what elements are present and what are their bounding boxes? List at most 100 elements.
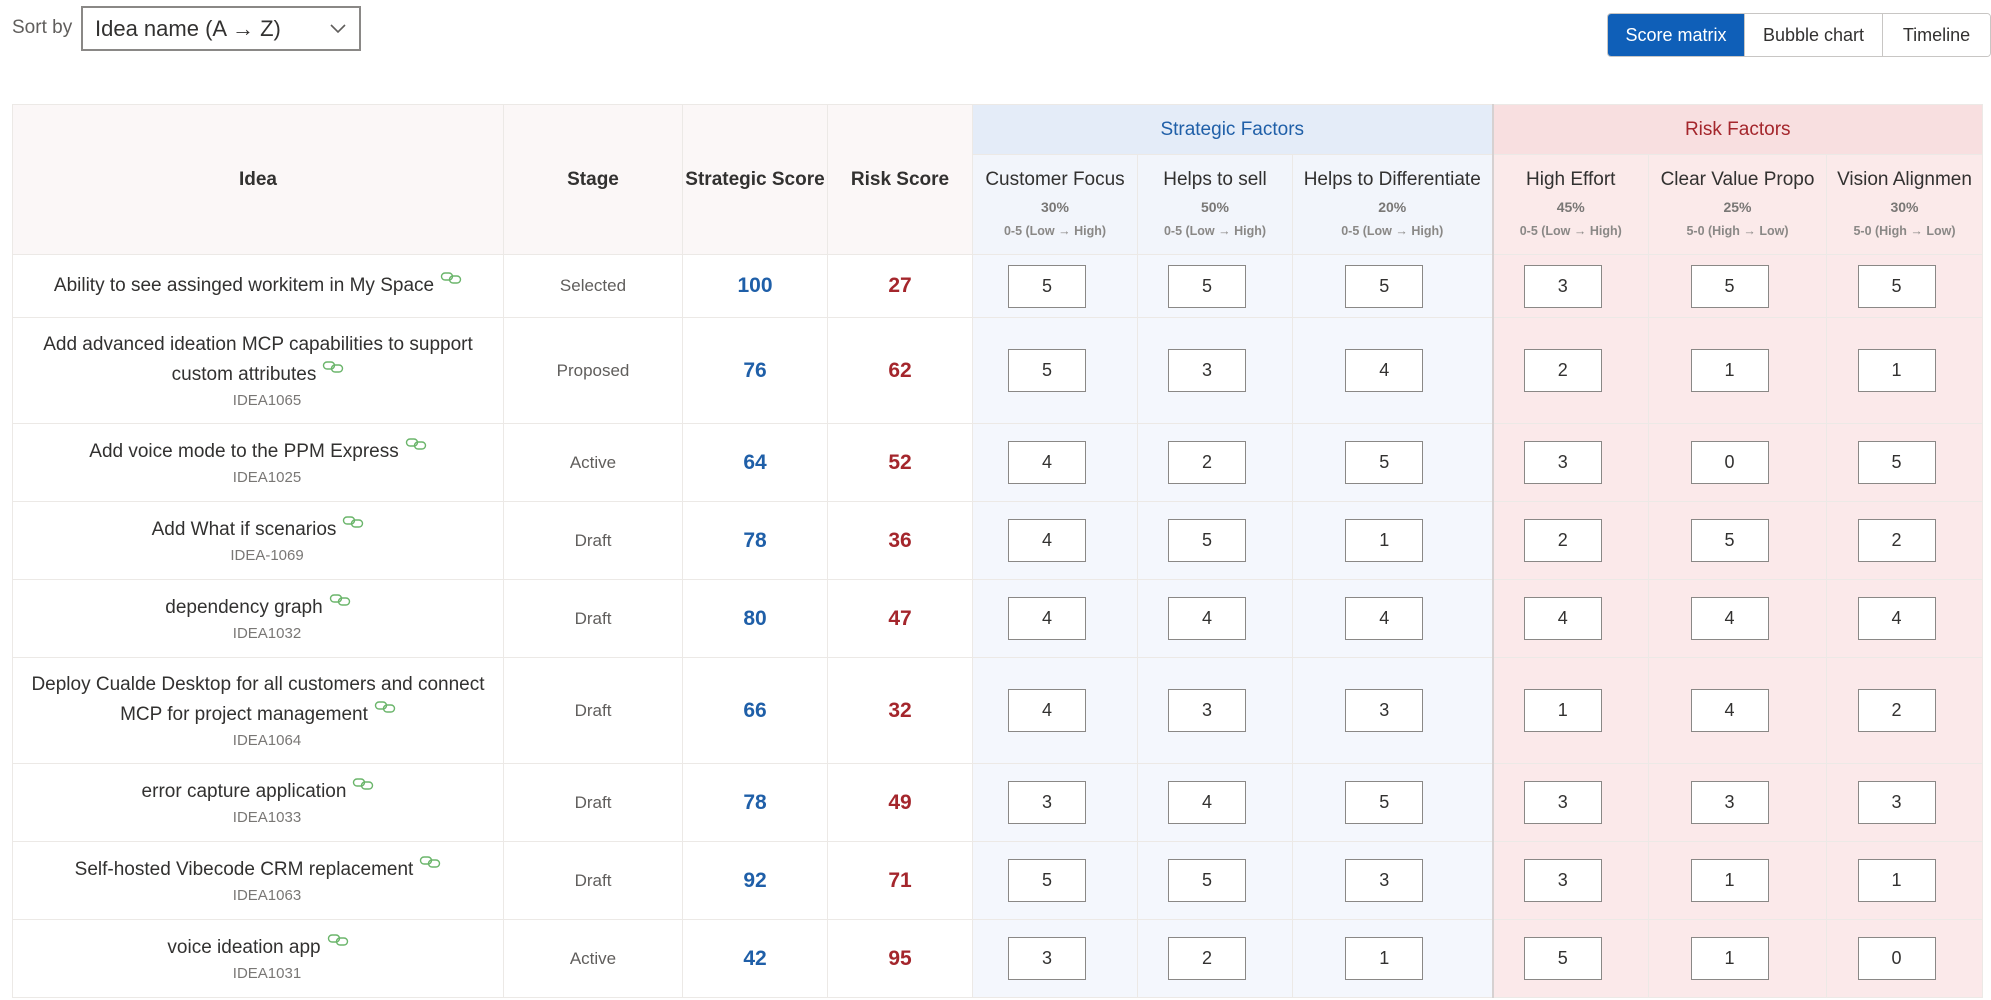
score-input-customer-focus[interactable]: 5	[1008, 264, 1086, 308]
score-input-helps-to-differentiate[interactable]: 4	[1345, 597, 1424, 640]
score-input-clear-value-propo[interactable]: 1	[1690, 937, 1769, 980]
score-input-helps-to-sell[interactable]: 3	[1168, 689, 1246, 732]
idea-cell[interactable]: Add voice mode to the PPM Express IDEA102…	[12, 423, 504, 502]
idea-name[interactable]: MCP for project management	[120, 704, 368, 725]
score-input-helps-to-differentiate[interactable]: 3	[1345, 689, 1424, 732]
score-input-clear-value-propo[interactable]: 4	[1690, 689, 1769, 732]
factor-header-clear-value-propo[interactable]: Clear Value Propo 25% 5-0 (High → Low)	[1648, 154, 1827, 255]
score-input-high-effort[interactable]: 2	[1523, 519, 1602, 562]
score-input-customer-focus[interactable]: 4	[1008, 441, 1086, 484]
link-icon[interactable]	[405, 437, 427, 451]
link-icon[interactable]	[374, 700, 396, 714]
score-input-vision-alignmen[interactable]: 2	[1857, 519, 1936, 562]
idea-name[interactable]: Deploy Cualde Desktop for all customers …	[31, 674, 484, 695]
score-input-clear-value-propo[interactable]: 4	[1690, 597, 1769, 640]
idea-name[interactable]: dependency graph	[165, 597, 322, 618]
score-input-customer-focus[interactable]: 5	[1008, 349, 1086, 392]
score-input-vision-alignmen[interactable]: 1	[1857, 349, 1936, 392]
score-input-clear-value-propo[interactable]: 5	[1690, 519, 1769, 562]
score-input-vision-alignmen[interactable]: 5	[1857, 441, 1936, 484]
column-header-strategic-score[interactable]: Strategic Score	[682, 104, 828, 255]
score-matrix-button[interactable]: Score matrix	[1608, 14, 1744, 56]
idea-name[interactable]: Ability to see assinged workitem in My S…	[54, 275, 434, 296]
idea-name[interactable]: voice ideation app	[167, 937, 320, 958]
score-input-customer-focus[interactable]: 3	[1008, 937, 1086, 980]
factor-score-cell: 3	[972, 919, 1138, 998]
column-header-stage[interactable]: Stage	[503, 104, 683, 255]
bubble-chart-button[interactable]: Bubble chart	[1744, 14, 1882, 56]
score-input-customer-focus[interactable]: 4	[1008, 689, 1086, 732]
factor-header-high-effort[interactable]: High Effort 45% 0-5 (Low → High)	[1491, 154, 1649, 255]
score-input-customer-focus[interactable]: 4	[1008, 519, 1086, 562]
score-input-helps-to-sell[interactable]: 4	[1168, 781, 1246, 824]
score-input-high-effort[interactable]: 3	[1523, 859, 1602, 902]
score-input-helps-to-differentiate[interactable]: 1	[1345, 519, 1424, 562]
score-input-high-effort[interactable]: 3	[1523, 441, 1602, 484]
idea-name[interactable]: Self-hosted Vibecode CRM replacement	[75, 859, 414, 880]
factor-header-helps-to-differentiate[interactable]: Helps to Differentiate 20% 0-5 (Low → High…	[1292, 154, 1493, 255]
score-input-helps-to-sell[interactable]: 5	[1168, 264, 1246, 308]
score-input-clear-value-propo[interactable]: 5	[1690, 264, 1769, 308]
idea-cell[interactable]: Ability to see assinged workitem in My S…	[12, 254, 504, 318]
score-input-helps-to-sell[interactable]: 5	[1168, 519, 1246, 562]
score-input-customer-focus[interactable]: 3	[1008, 781, 1086, 824]
score-input-clear-value-propo[interactable]: 0	[1690, 441, 1769, 484]
score-input-high-effort[interactable]: 4	[1523, 597, 1602, 640]
link-icon[interactable]	[342, 515, 364, 529]
score-input-high-effort[interactable]: 3	[1523, 781, 1602, 824]
score-input-helps-to-sell[interactable]: 2	[1168, 441, 1246, 484]
score-input-helps-to-differentiate[interactable]: 5	[1345, 441, 1424, 484]
score-input-vision-alignmen[interactable]: 5	[1857, 264, 1936, 308]
score-input-vision-alignmen[interactable]: 2	[1857, 689, 1936, 732]
score-input-vision-alignmen[interactable]: 1	[1857, 859, 1936, 902]
score-input-customer-focus[interactable]: 5	[1008, 859, 1086, 902]
score-input-clear-value-propo[interactable]: 3	[1690, 781, 1769, 824]
score-input-vision-alignmen[interactable]: 4	[1857, 597, 1936, 640]
score-input-helps-to-differentiate[interactable]: 5	[1345, 781, 1424, 824]
factor-header-helps-to-sell[interactable]: Helps to sell 50% 0-5 (Low → High)	[1137, 154, 1293, 255]
link-icon[interactable]	[352, 777, 374, 791]
score-input-customer-focus[interactable]: 4	[1008, 597, 1086, 640]
idea-name[interactable]: error capture application	[142, 781, 347, 802]
column-header-risk-score[interactable]: Risk Score	[827, 104, 973, 255]
idea-cell[interactable]: Add advanced ideation MCP capabilities t…	[12, 317, 504, 424]
factor-header-vision-alignmen[interactable]: Vision Alignmen 30% 5-0 (High → Low)	[1826, 154, 1983, 255]
score-input-high-effort[interactable]: 1	[1523, 689, 1602, 732]
score-input-helps-to-sell[interactable]: 4	[1168, 597, 1246, 640]
factor-score-cell: 4	[1826, 579, 1983, 658]
score-input-helps-to-differentiate[interactable]: 4	[1345, 349, 1424, 392]
idea-cell[interactable]: Add What if scenarios IDEA-1069	[12, 501, 504, 580]
link-icon[interactable]	[329, 593, 351, 607]
idea-name[interactable]: Add advanced ideation MCP capabilities t…	[43, 334, 473, 355]
idea-cell[interactable]: dependency graph IDEA1032	[12, 579, 504, 658]
factor-header-customer-focus[interactable]: Customer Focus 30% 0-5 (Low → High)	[972, 154, 1138, 255]
score-input-high-effort[interactable]: 3	[1523, 264, 1602, 308]
score-input-high-effort[interactable]: 5	[1523, 937, 1602, 980]
idea-cell[interactable]: Self-hosted Vibecode CRM replacement IDEA…	[12, 841, 504, 920]
score-input-clear-value-propo[interactable]: 1	[1690, 349, 1769, 392]
idea-name[interactable]: Add voice mode to the PPM Express	[89, 441, 398, 462]
score-input-vision-alignmen[interactable]: 3	[1857, 781, 1936, 824]
score-input-helps-to-differentiate[interactable]: 3	[1345, 859, 1424, 902]
factor-score-cell: 1	[1648, 919, 1827, 998]
score-input-high-effort[interactable]: 2	[1523, 349, 1602, 392]
timeline-button[interactable]: Timeline	[1882, 14, 1990, 56]
link-icon[interactable]	[440, 271, 462, 285]
sort-dropdown[interactable]: Idea name (A → Z)	[81, 6, 361, 51]
score-input-helps-to-sell[interactable]: 3	[1168, 349, 1246, 392]
link-icon[interactable]	[419, 855, 441, 869]
link-icon[interactable]	[322, 360, 344, 374]
score-input-vision-alignmen[interactable]: 0	[1857, 937, 1936, 980]
score-input-helps-to-sell[interactable]: 5	[1168, 859, 1246, 902]
idea-cell[interactable]: error capture application IDEA1033	[12, 763, 504, 842]
idea-cell[interactable]: Deploy Cualde Desktop for all customers …	[12, 657, 504, 764]
idea-cell[interactable]: voice ideation app IDEA1031	[12, 919, 504, 998]
score-input-helps-to-differentiate[interactable]: 1	[1345, 937, 1424, 980]
idea-name[interactable]: custom attributes	[172, 364, 317, 385]
score-input-clear-value-propo[interactable]: 1	[1690, 859, 1769, 902]
idea-name[interactable]: Add What if scenarios	[152, 519, 337, 540]
link-icon[interactable]	[327, 933, 349, 947]
score-input-helps-to-differentiate[interactable]: 5	[1345, 264, 1424, 308]
score-input-helps-to-sell[interactable]: 2	[1168, 937, 1246, 980]
column-header-idea[interactable]: Idea	[12, 104, 504, 255]
